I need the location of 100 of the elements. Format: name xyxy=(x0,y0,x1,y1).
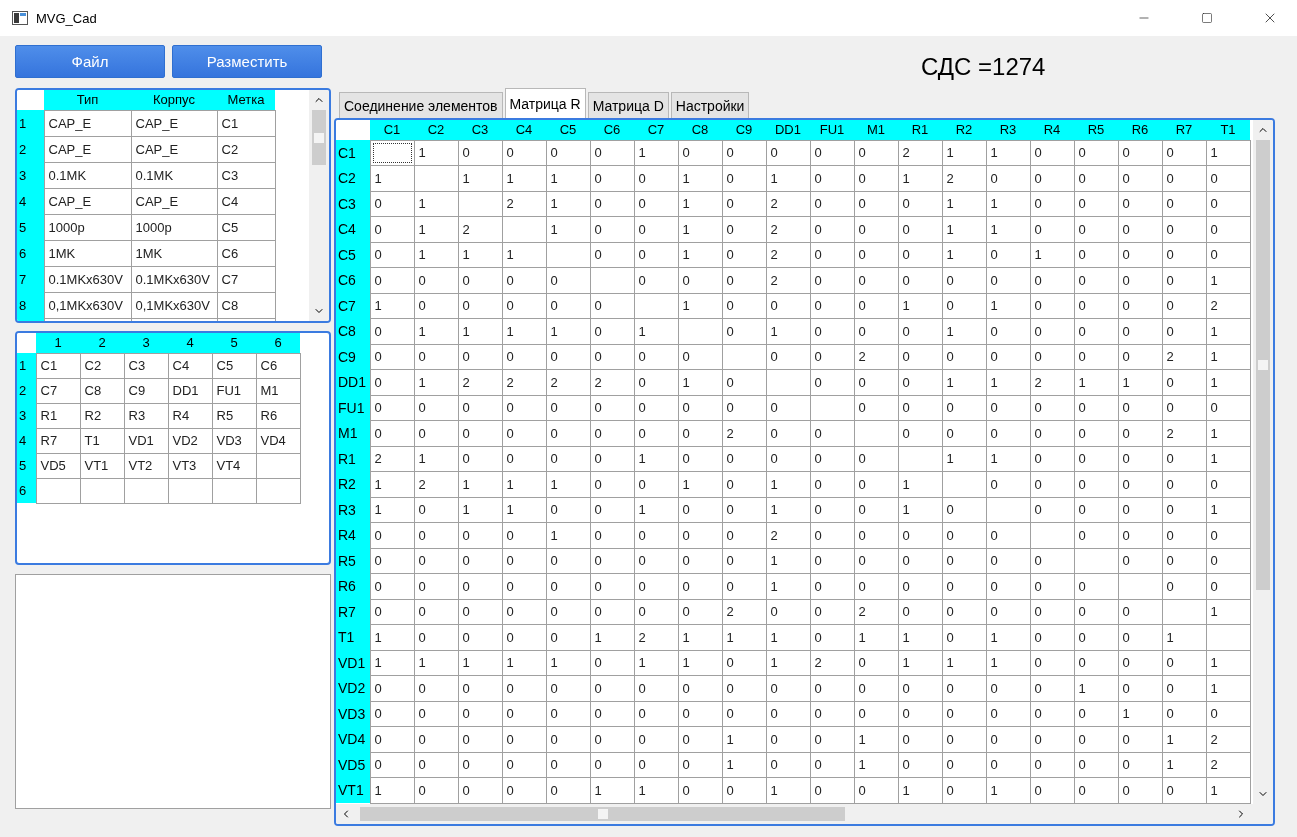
matrix-cell: 1 xyxy=(942,369,986,395)
matrix-cell: 1 xyxy=(678,471,722,497)
row-header: 4 xyxy=(17,188,44,214)
parts-cell: CAP_E xyxy=(44,188,131,214)
matrix-cell: 0 xyxy=(854,140,898,166)
scrollbar-thumb[interactable] xyxy=(312,110,326,165)
tab[interactable]: Настройки xyxy=(670,92,750,118)
matrix-cell: 0 xyxy=(502,522,546,548)
matrix-cell: 0 xyxy=(898,701,942,727)
matrix-cell: 1 xyxy=(986,624,1030,650)
tab[interactable]: Соединение элементов xyxy=(339,92,503,118)
matrix-cell: 0 xyxy=(1162,497,1206,523)
matrix-cell: 0 xyxy=(766,293,810,319)
row-header: T1 xyxy=(336,624,370,650)
vertical-scrollbar[interactable] xyxy=(1253,120,1273,804)
matrix-cell: 1 xyxy=(502,242,546,268)
matrix-cell: 1 xyxy=(546,191,590,217)
matrix-cell: 1 xyxy=(942,191,986,217)
matrix-cell: 0 xyxy=(854,293,898,319)
tab[interactable]: Матрица R xyxy=(504,88,586,118)
grid-cell xyxy=(168,478,212,503)
matrix-cell: 1 xyxy=(414,242,458,268)
window-title: MVG_Cad xyxy=(36,10,98,26)
matrix-cell: 2 xyxy=(1206,726,1250,752)
matrix-cell: 1 xyxy=(414,318,458,344)
matrix-cell: 0 xyxy=(854,369,898,395)
matrix-cell: 0 xyxy=(590,701,634,727)
scrollbar-thumb[interactable] xyxy=(1256,140,1270,590)
matrix-cell: 0 xyxy=(414,522,458,548)
matrix-cell: 0 xyxy=(678,599,722,625)
row-header: C7 xyxy=(336,293,370,319)
grid-cell: C8 xyxy=(80,378,124,403)
matrix-cell: 0 xyxy=(1030,446,1074,472)
matrix-cell: 1 xyxy=(766,624,810,650)
grid-cell xyxy=(80,478,124,503)
matrix-cell: 0 xyxy=(634,369,678,395)
matrix-cell: 1 xyxy=(898,777,942,803)
place-button[interactable]: Разместить xyxy=(172,45,322,78)
matrix-cell: 0 xyxy=(370,191,414,217)
matrix-cell: 0 xyxy=(898,318,942,344)
matrix-cell: 0 xyxy=(590,497,634,523)
tab[interactable]: Матрица D xyxy=(587,92,669,118)
parts-cell: CAP_E xyxy=(131,136,217,162)
matrix-cell: 0 xyxy=(898,573,942,599)
matrix-cell: 0 xyxy=(370,599,414,625)
matrix-cell: 0 xyxy=(766,675,810,701)
maximize-icon[interactable] xyxy=(1200,12,1213,24)
matrix-cell: 1 xyxy=(942,650,986,676)
matrix-cell: 0 xyxy=(942,726,986,752)
matrix-cell: 0 xyxy=(810,497,854,523)
matrix-cell xyxy=(942,471,986,497)
matrix-cell: 1 xyxy=(1206,497,1250,523)
matrix-cell: 1 xyxy=(502,650,546,676)
matrix-cell: 0 xyxy=(1118,216,1162,242)
matrix-cell: 0 xyxy=(986,675,1030,701)
matrix-cell: 0 xyxy=(854,471,898,497)
horizontal-scrollbar[interactable] xyxy=(336,804,1273,824)
matrix-cell xyxy=(634,293,678,319)
matrix-cell: 0 xyxy=(590,140,634,166)
matrix-cell: 0 xyxy=(370,369,414,395)
matrix-cell: 1 xyxy=(1206,650,1250,676)
grid-cell: VT1 xyxy=(80,453,124,478)
matrix-cell: 1 xyxy=(898,624,942,650)
matrix-cell: 0 xyxy=(1030,701,1074,727)
column-header: C3 xyxy=(458,120,502,140)
column-header: C8 xyxy=(678,120,722,140)
matrix-cell: 0 xyxy=(1030,497,1074,523)
matrix-cell: 0 xyxy=(634,599,678,625)
matrix-cell: 0 xyxy=(590,395,634,421)
matrix-cell: 0 xyxy=(502,395,546,421)
matrix-cell: 0 xyxy=(458,522,502,548)
matrix-cell: 0 xyxy=(414,624,458,650)
matrix-cell: 1 xyxy=(546,318,590,344)
matrix-cell: 0 xyxy=(1030,548,1074,574)
matrix-cell: 0 xyxy=(590,522,634,548)
matrix-cell: 0 xyxy=(898,242,942,268)
matrix-cell: 0 xyxy=(370,395,414,421)
matrix-cell: 0 xyxy=(1074,420,1118,446)
matrix-cell: 1 xyxy=(370,777,414,803)
matrix-cell: 0 xyxy=(1162,140,1206,166)
matrix-cell: 0 xyxy=(1206,242,1250,268)
matrix-cell: 0 xyxy=(722,777,766,803)
matrix-cell: 0 xyxy=(810,548,854,574)
matrix-cell: 1 xyxy=(1206,318,1250,344)
matrix-cell: 2 xyxy=(546,369,590,395)
vertical-scrollbar[interactable] xyxy=(309,90,329,321)
file-button[interactable]: Файл xyxy=(15,45,165,78)
scrollbar-thumb[interactable] xyxy=(360,807,845,821)
matrix-cell: 0 xyxy=(1074,522,1118,548)
matrix-cell: 2 xyxy=(766,242,810,268)
matrix-cell: 0 xyxy=(898,752,942,778)
matrix-cell: 0 xyxy=(458,777,502,803)
matrix-cell: 0 xyxy=(986,752,1030,778)
matrix-cell: 2 xyxy=(1206,293,1250,319)
matrix-cell: 1 xyxy=(854,752,898,778)
row-header: 1 xyxy=(17,110,44,136)
matrix-cell: 0 xyxy=(458,548,502,574)
matrix-cell: 1 xyxy=(986,293,1030,319)
matrix-cell: 0 xyxy=(414,777,458,803)
column-header: C4 xyxy=(502,120,546,140)
